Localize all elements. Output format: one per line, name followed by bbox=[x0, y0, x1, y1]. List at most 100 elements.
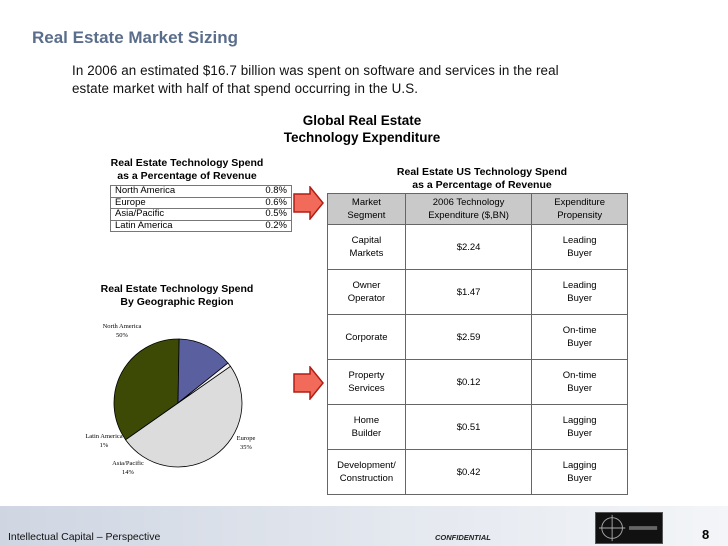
us-table-title: Real Estate US Technology Spend as a Per… bbox=[372, 166, 592, 192]
pie-value-asia-pacific: 14% bbox=[122, 469, 135, 476]
footer-label: Intellectual Capital – Perspective bbox=[8, 531, 161, 543]
segment-cell: Home Builder bbox=[327, 404, 406, 450]
segment-cell: Development/Construction bbox=[327, 449, 406, 495]
propensity-line-1: Lagging bbox=[562, 460, 597, 471]
pie-chart: North America 50% Europe 35% Asia/Pacific 14%… bbox=[85, 323, 256, 476]
header-market-segment: Market Segment bbox=[327, 193, 406, 225]
propensity-line-1: Leading bbox=[562, 280, 597, 291]
segment-line-1: Home bbox=[353, 415, 380, 426]
segment-line-1: Property bbox=[348, 370, 385, 381]
region-cell: North America bbox=[110, 185, 237, 198]
region-cell: Europe bbox=[110, 196, 237, 209]
propensity-line-1: Lagging bbox=[562, 415, 597, 426]
spend-cell: $0.12 bbox=[404, 359, 533, 405]
percent-cell: 0.8% bbox=[236, 185, 293, 198]
header-propensity: Expenditure Propensity bbox=[531, 193, 628, 225]
pie-label-europe: Europe bbox=[237, 435, 256, 442]
right-arrow-icon bbox=[293, 186, 324, 220]
propensity-line-2: Buyer bbox=[567, 428, 593, 439]
spend-cell: $2.24 bbox=[404, 224, 533, 270]
percent-cell: 0.2% bbox=[236, 219, 293, 232]
table-row: Europe 0.6% bbox=[110, 196, 293, 209]
confidential-label: CONFIDENTIAL bbox=[435, 533, 491, 542]
segment-cell: Corporate bbox=[327, 314, 406, 360]
segment-cell: Owner Operator bbox=[327, 269, 406, 315]
pie-label-north-america: North America bbox=[103, 323, 142, 330]
main-heading: Global Real Estate Technology Expenditur… bbox=[262, 112, 462, 146]
pie-value-north-america: 50% bbox=[116, 332, 129, 339]
region-cell: Latin America bbox=[110, 219, 237, 232]
propensity-line-2: Buyer bbox=[567, 293, 593, 304]
pie-value-latin-america: 1% bbox=[100, 442, 109, 449]
propensity-line-2: Buyer bbox=[567, 473, 593, 484]
company-logo bbox=[595, 512, 663, 544]
table-row: Corporate $2.59 On-time Buyer bbox=[327, 314, 628, 360]
table-row: Development/Construction $0.42 Lagging Bu… bbox=[327, 449, 628, 495]
main-heading-line-2: Technology Expenditure bbox=[283, 130, 441, 145]
segment-line-1: Owner bbox=[352, 280, 381, 291]
spend-cell: $1.47 bbox=[404, 269, 533, 315]
header-expenditure: 2006 Technology Expenditure ($,BN) bbox=[404, 193, 533, 225]
segment-cell: Capital Markets bbox=[327, 224, 406, 270]
percent-cell: 0.5% bbox=[236, 208, 293, 221]
propensity-line-2: Buyer bbox=[567, 383, 593, 394]
page-number: 8 bbox=[702, 527, 710, 542]
segment-line-2: Operator bbox=[347, 293, 386, 304]
intro-line-1: In 2006 an estimated $16.7 billion was s… bbox=[72, 63, 559, 78]
table-row: Asia/Pacific 0.5% bbox=[110, 208, 293, 221]
propensity-cell: On-time Buyer bbox=[531, 314, 628, 360]
table-row: North America 0.8% bbox=[110, 185, 293, 198]
intro-text: In 2006 an estimated $16.7 billion was s… bbox=[72, 62, 672, 98]
propensity-line-1: On-time bbox=[562, 325, 597, 336]
right-arrow-icon bbox=[293, 366, 324, 400]
table-row: Owner Operator $1.47 Leading Buyer bbox=[327, 269, 628, 315]
arrow-shape bbox=[293, 366, 324, 400]
header-line-1: 2006 Technology bbox=[432, 197, 505, 208]
header-line-1: Market bbox=[351, 197, 381, 208]
pie-value-europe: 35% bbox=[240, 444, 253, 451]
propensity-line-1: On-time bbox=[562, 370, 597, 381]
segment-line-2: Services bbox=[348, 383, 385, 394]
us-table-title-line-2: as a Percentage of Revenue bbox=[412, 179, 552, 191]
table-row: Latin America 0.2% bbox=[110, 219, 293, 232]
propensity-line-1: Leading bbox=[562, 235, 597, 246]
revenue-table-title-line-2: as a Percentage of Revenue bbox=[117, 170, 257, 182]
table-header-row: Market Segment 2006 Technology Expenditure… bbox=[327, 193, 628, 225]
propensity-line-2: Buyer bbox=[567, 248, 593, 259]
segment-line-2: Builder bbox=[351, 428, 382, 439]
segment-cell: Property Services bbox=[327, 359, 406, 405]
page-title: Real Estate Market Sizing bbox=[32, 28, 238, 47]
segment-line-1: Capital bbox=[351, 235, 382, 246]
us-table-title-line-1: Real Estate US Technology Spend bbox=[396, 166, 568, 178]
segment-line-1: Corporate bbox=[345, 331, 388, 343]
segment-line-1: Development/ bbox=[337, 460, 396, 471]
propensity-cell: On-time Buyer bbox=[531, 359, 628, 405]
pie-label-asia-pacific: Asia/Pacific bbox=[112, 460, 144, 467]
header-line-2: Expenditure ($,BN) bbox=[428, 210, 509, 221]
spend-cell: $0.51 bbox=[404, 404, 533, 450]
pie-chart-title: Real Estate Technology Spend By Geograph… bbox=[72, 283, 282, 309]
propensity-cell: Lagging Buyer bbox=[531, 404, 628, 450]
table-row: Capital Markets $2.24 Leading Buyer bbox=[327, 224, 628, 270]
spend-cell: $2.59 bbox=[404, 314, 533, 360]
arrow-shape bbox=[293, 186, 324, 220]
segment-line-2: Construction bbox=[339, 473, 394, 484]
pie-chart-title-line-1: Real Estate Technology Spend bbox=[100, 283, 254, 295]
segment-line-2: Markets bbox=[349, 248, 384, 259]
pie-label-latin-america: Latin America bbox=[85, 433, 122, 440]
propensity-line-2: Buyer bbox=[567, 338, 593, 349]
intro-line-2: estate market with half of that spend oc… bbox=[72, 81, 419, 96]
table-row: Home Builder $0.51 Lagging Buyer bbox=[327, 404, 628, 450]
pie-chart-title-line-2: By Geographic Region bbox=[120, 296, 234, 308]
header-line-1: Expenditure bbox=[554, 197, 605, 208]
header-line-2: Segment bbox=[347, 210, 386, 221]
revenue-percent-table: North America 0.8% Europe 0.6% Asia/Pacifi… bbox=[110, 185, 293, 232]
region-cell: Asia/Pacific bbox=[110, 208, 237, 221]
header-line-2: Propensity bbox=[557, 210, 603, 221]
percent-cell: 0.6% bbox=[236, 196, 293, 209]
main-heading-line-1: Global Real Estate bbox=[302, 113, 422, 128]
spend-cell: $0.42 bbox=[404, 449, 533, 495]
table-row: Property Services $0.12 On-time Buyer bbox=[327, 359, 628, 405]
revenue-table-title: Real Estate Technology Spend as a Percen… bbox=[82, 157, 292, 183]
propensity-cell: Leading Buyer bbox=[531, 269, 628, 315]
